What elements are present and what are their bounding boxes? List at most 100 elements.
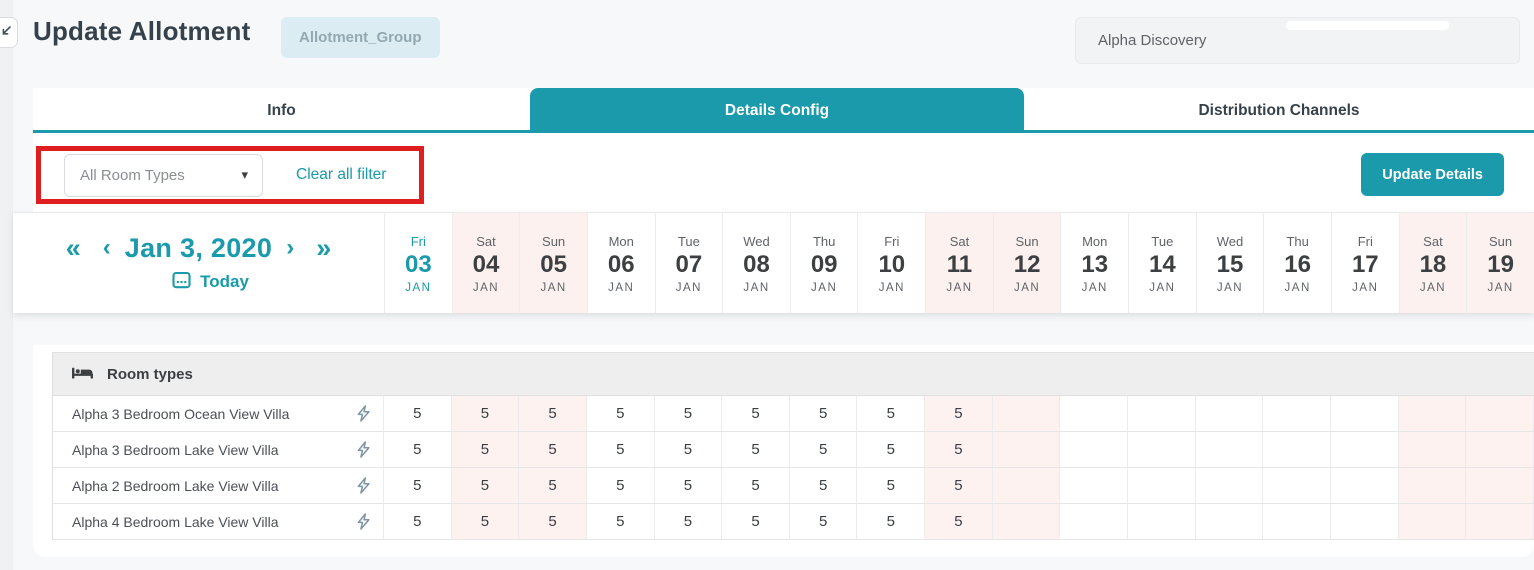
allotment-cell[interactable]: [1466, 468, 1534, 503]
allotment-cell[interactable]: [1263, 396, 1331, 431]
allotment-cell[interactable]: [1060, 396, 1129, 431]
day-column-09-jan: Thu 09 JAN: [789, 213, 858, 313]
allotment-cell[interactable]: [992, 432, 1061, 467]
allotment-cell[interactable]: [1263, 432, 1331, 467]
allotment-cell[interactable]: 5: [790, 468, 858, 503]
fast-backward-button[interactable]: «: [66, 234, 81, 262]
today-button[interactable]: Today: [172, 270, 249, 294]
tab-distribution-channels[interactable]: Distribution Channels: [1024, 88, 1534, 133]
tab-details-config[interactable]: Details Config: [530, 88, 1024, 133]
allotment-cell[interactable]: [1398, 432, 1467, 467]
allotment-cell[interactable]: 5: [451, 432, 520, 467]
allotment-cell[interactable]: [1331, 396, 1399, 431]
allotment-cell[interactable]: 5: [655, 396, 723, 431]
allotment-cell[interactable]: [1398, 396, 1467, 431]
allotment-cell[interactable]: [1263, 504, 1331, 539]
update-details-button[interactable]: Update Details: [1361, 153, 1504, 196]
allotment-cell[interactable]: 5: [519, 504, 587, 539]
day-column-08-jan: Wed 08 JAN: [722, 213, 790, 313]
allotment-cell[interactable]: 5: [722, 504, 790, 539]
allotment-cell[interactable]: [992, 504, 1061, 539]
allotment-cell[interactable]: [992, 468, 1061, 503]
allotment-cell[interactable]: [1196, 432, 1264, 467]
allotment-cell[interactable]: [1128, 396, 1196, 431]
flash-icon[interactable]: [344, 468, 384, 503]
previous-day-button[interactable]: ‹: [103, 236, 111, 260]
property-name-input[interactable]: Alpha Discovery: [1075, 17, 1520, 64]
month-label: JAN: [675, 281, 702, 294]
tab-info[interactable]: Info: [33, 88, 530, 133]
allotment-cell[interactable]: [1466, 396, 1534, 431]
allotment-cell[interactable]: 5: [925, 432, 993, 467]
allotment-cell[interactable]: 5: [925, 396, 993, 431]
allotment-cell[interactable]: [1060, 468, 1129, 503]
day-of-week-label: Tue: [1151, 234, 1174, 250]
collapse-sidebar-button[interactable]: [0, 17, 18, 48]
month-label: JAN: [811, 281, 838, 294]
allotment-cell[interactable]: [1466, 432, 1534, 467]
allotment-cell[interactable]: [1128, 432, 1196, 467]
allotment-cell[interactable]: 5: [519, 396, 587, 431]
allotment-cell[interactable]: 5: [722, 432, 790, 467]
allotment-cell[interactable]: [1331, 468, 1399, 503]
day-of-week-label: Sun: [1489, 234, 1513, 250]
allotment-cell[interactable]: [1331, 504, 1399, 539]
day-number-label: 19: [1487, 251, 1514, 279]
allotment-cell[interactable]: 5: [790, 504, 858, 539]
allotment-cell[interactable]: 5: [384, 432, 452, 467]
day-number-label: 12: [1013, 251, 1041, 279]
allotment-cell[interactable]: 5: [655, 432, 723, 467]
allotment-cell[interactable]: 5: [655, 468, 723, 503]
day-of-week-label: Wed: [743, 234, 770, 250]
allotment-cell[interactable]: 5: [857, 396, 926, 431]
allotment-cell[interactable]: [1398, 468, 1467, 503]
allotment-cell[interactable]: [1196, 396, 1264, 431]
allotment-cell[interactable]: 5: [587, 432, 655, 467]
allotment-cell[interactable]: [992, 396, 1061, 431]
allotment-cell[interactable]: 5: [384, 396, 452, 431]
allotment-cell[interactable]: 5: [722, 396, 790, 431]
allotment-cell[interactable]: [1128, 468, 1196, 503]
room-type-select[interactable]: All Room Types ▾: [64, 153, 263, 197]
fast-forward-button[interactable]: »: [316, 234, 331, 262]
allotment-cell[interactable]: [1331, 432, 1399, 467]
allotment-cell[interactable]: 5: [925, 468, 993, 503]
month-label: JAN: [608, 281, 635, 294]
allotment-cell[interactable]: 5: [587, 468, 655, 503]
allotment-cell[interactable]: [1060, 504, 1129, 539]
flash-icon[interactable]: [344, 432, 384, 467]
allotment-cell[interactable]: [1060, 432, 1129, 467]
next-day-button[interactable]: ›: [286, 236, 294, 260]
allotment-cell[interactable]: 5: [790, 396, 858, 431]
allotment-cell[interactable]: 5: [857, 468, 926, 503]
allotment-cell[interactable]: [1128, 504, 1196, 539]
allotment-cell[interactable]: [1466, 504, 1534, 539]
allotment-cell[interactable]: [1398, 504, 1467, 539]
allotment-cell[interactable]: 5: [384, 504, 452, 539]
day-number-label: 17: [1351, 251, 1379, 279]
day-number-label: 16: [1284, 251, 1311, 279]
allotment-cell[interactable]: 5: [384, 468, 452, 503]
allotment-cell[interactable]: 5: [857, 432, 926, 467]
day-of-week-label: Wed: [1216, 234, 1244, 250]
allotment-cell[interactable]: 5: [857, 504, 926, 539]
allotment-cell[interactable]: 5: [655, 504, 723, 539]
allotment-cell[interactable]: 5: [790, 432, 858, 467]
flash-icon[interactable]: [344, 504, 384, 539]
allotment-cell[interactable]: 5: [451, 396, 520, 431]
day-number-label: 04: [472, 251, 500, 279]
allotment-cell[interactable]: 5: [587, 396, 655, 431]
flash-icon[interactable]: [344, 396, 384, 431]
allotment-cell[interactable]: [1196, 468, 1264, 503]
day-number-label: 09: [810, 251, 838, 279]
allotment-cell[interactable]: 5: [519, 432, 587, 467]
allotment-cell[interactable]: 5: [925, 504, 993, 539]
allotment-cell[interactable]: [1263, 468, 1331, 503]
allotment-cell[interactable]: 5: [451, 504, 520, 539]
allotment-cell[interactable]: 5: [722, 468, 790, 503]
allotment-cell[interactable]: [1196, 504, 1264, 539]
allotment-cell[interactable]: 5: [587, 504, 655, 539]
allotment-cell[interactable]: 5: [519, 468, 587, 503]
allotment-cell[interactable]: 5: [451, 468, 520, 503]
clear-all-filter-link[interactable]: Clear all filter: [296, 166, 386, 184]
